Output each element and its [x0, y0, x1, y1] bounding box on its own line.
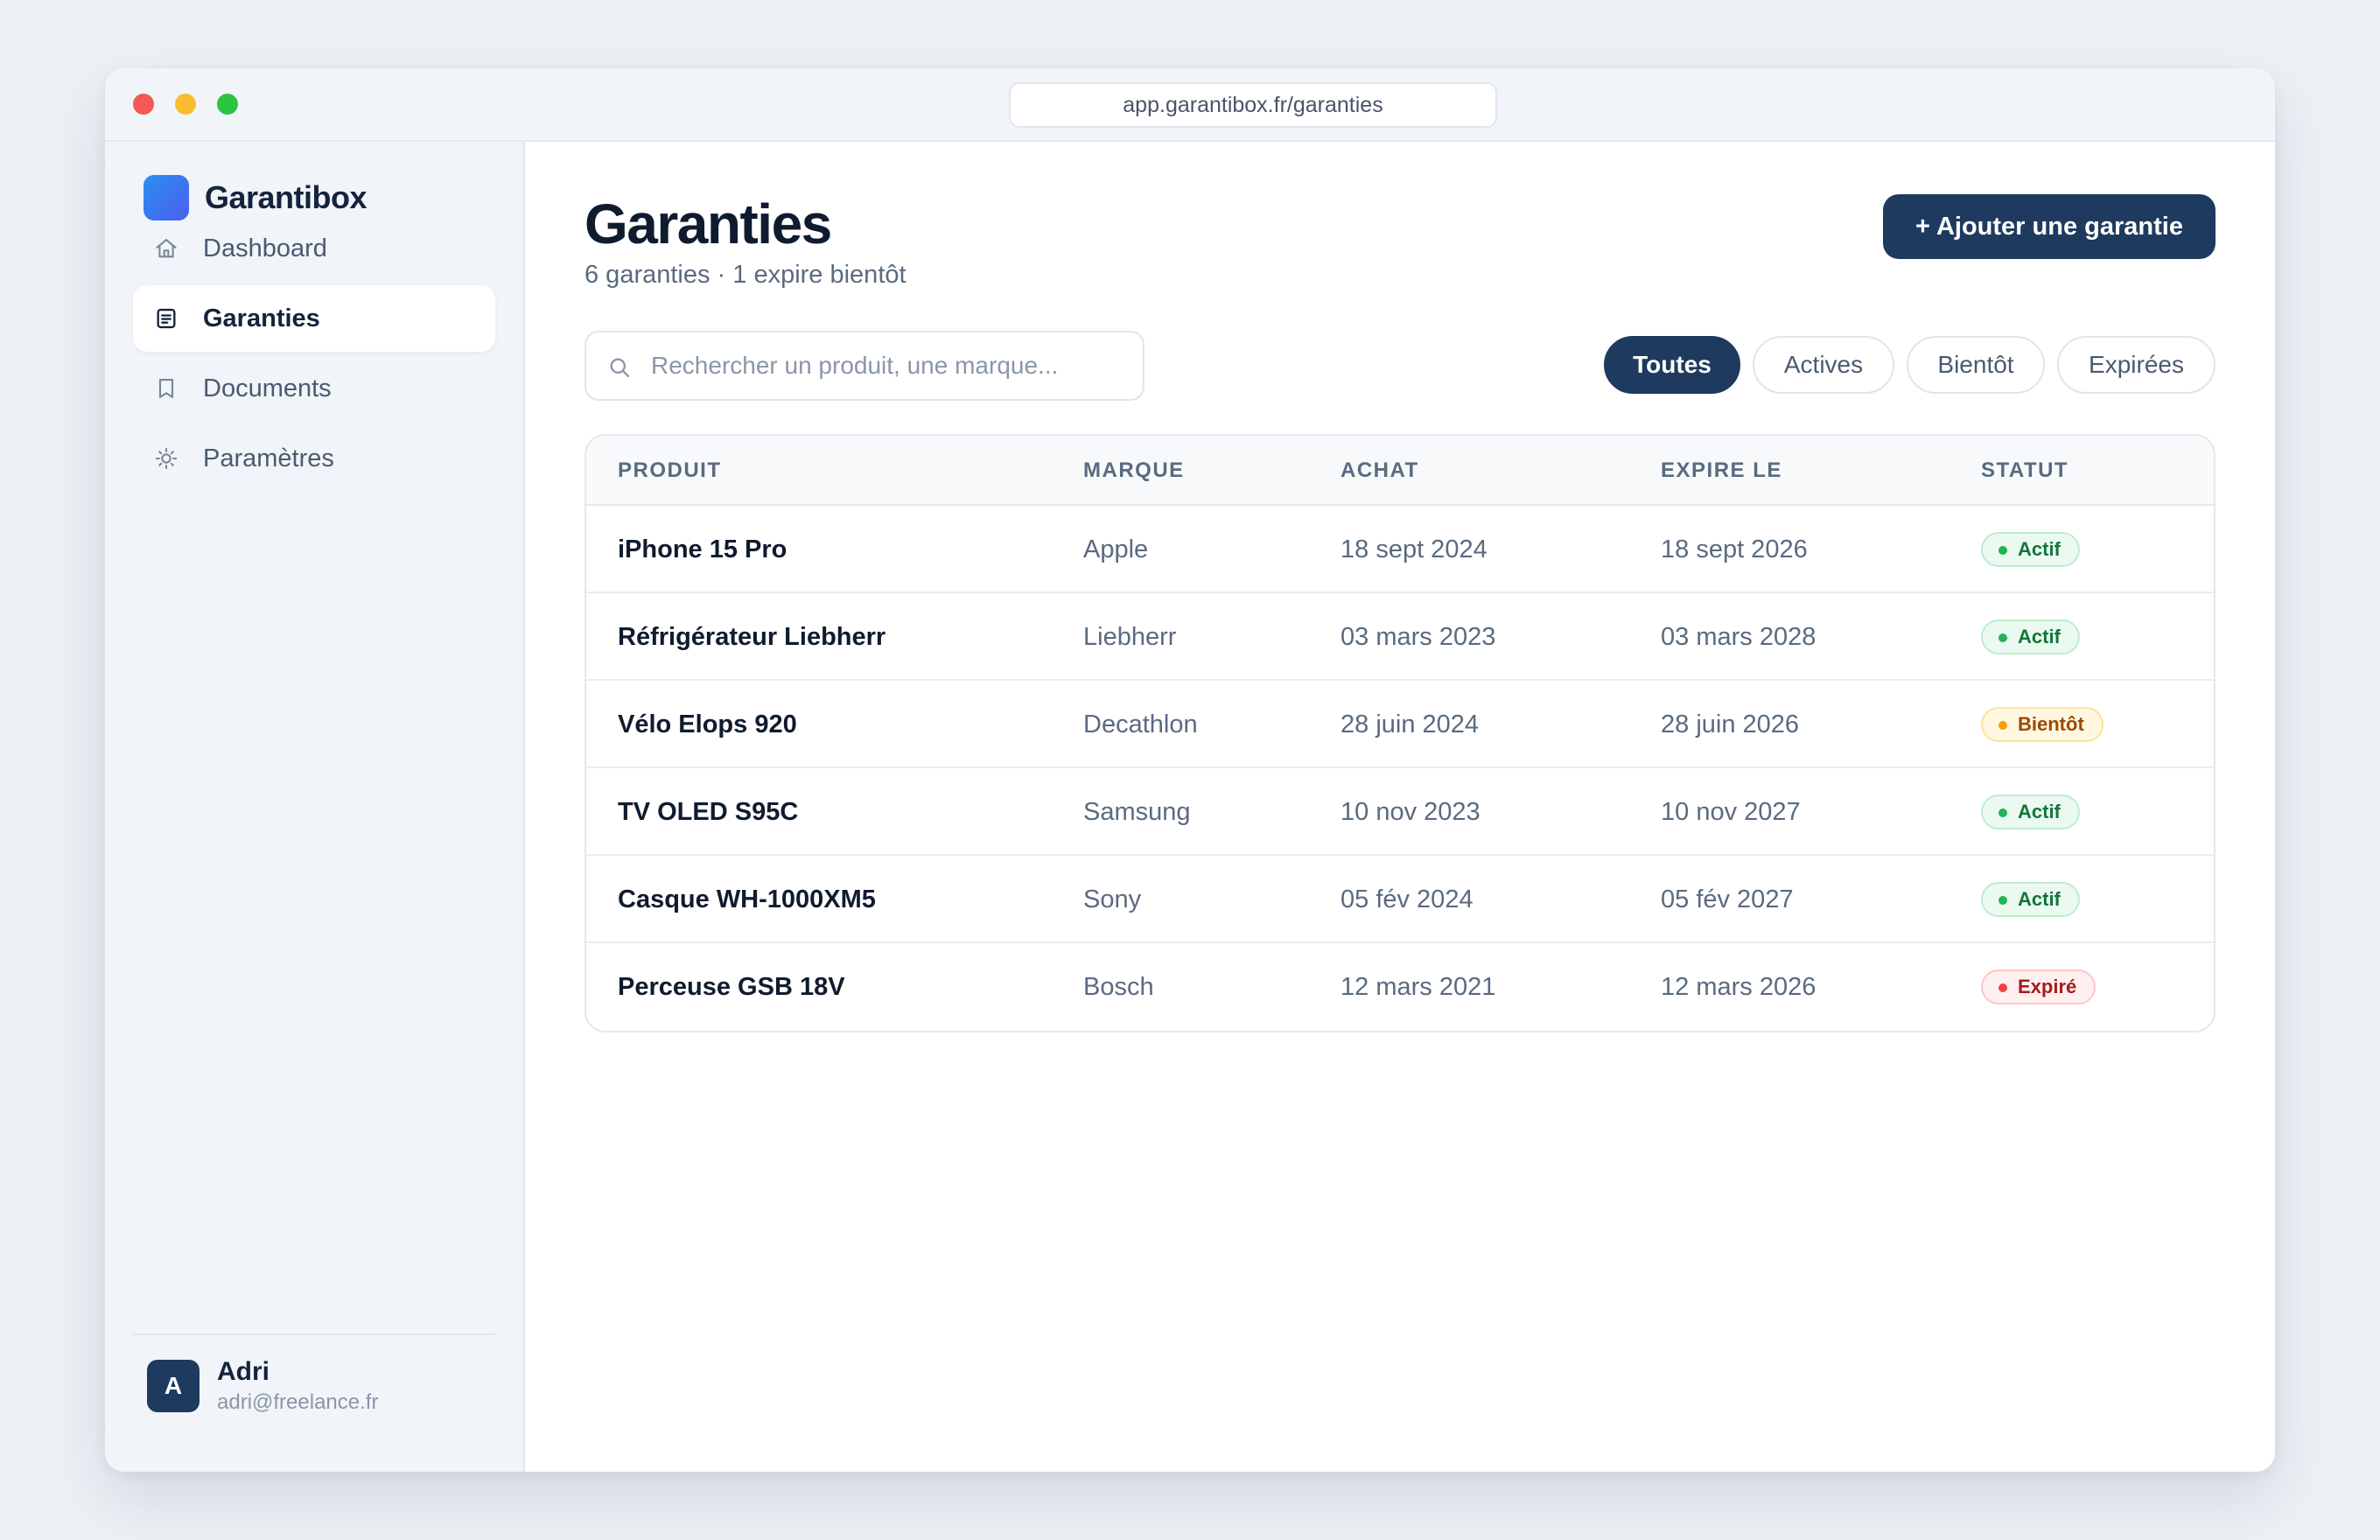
- search-box: [584, 331, 1144, 401]
- cell-purchase-date: 03 mars 2023: [1340, 623, 1496, 651]
- cell-brand: Liebherr: [1083, 623, 1177, 651]
- cell-purchase-date: 10 nov 2023: [1340, 798, 1480, 826]
- sidebar-divider: [133, 1334, 495, 1335]
- sidebar-item-parametres[interactable]: Paramètres: [133, 425, 495, 492]
- status-badge: Expiré: [1981, 970, 2096, 1004]
- filter-soon[interactable]: Bientôt: [1907, 336, 2045, 394]
- list-icon: [157, 308, 176, 329]
- cell-expiry-date: 12 mars 2026: [1661, 973, 1816, 1001]
- table-row[interactable]: Réfrigérateur Liebherr Liebherr 03 mars …: [586, 593, 2214, 681]
- sun-icon: [155, 447, 178, 470]
- browser-window: app.garantibox.fr/garanties Garantibox D…: [105, 68, 2275, 1472]
- status-badge: Bientôt: [1981, 707, 2104, 742]
- cell-expiry-date: 03 mars 2028: [1661, 623, 1816, 651]
- home-icon: [156, 239, 177, 258]
- table-row[interactable]: Casque WH-1000XM5 Sony 05 fév 2024 05 fé…: [586, 856, 2214, 943]
- column-header-status[interactable]: STATUT: [1981, 436, 2068, 506]
- sidebar-item-documents[interactable]: Documents: [133, 355, 495, 422]
- cell-product: Casque WH-1000XM5: [618, 886, 876, 914]
- sidebar-item-dashboard[interactable]: Dashboard: [133, 215, 495, 282]
- add-warranty-button[interactable]: + Ajouter une garantie: [1883, 194, 2216, 259]
- avatar[interactable]: A: [147, 1360, 200, 1412]
- cell-expiry-date: 18 sept 2026: [1661, 536, 1808, 564]
- cell-product: Vélo Elops 920: [618, 710, 797, 738]
- table-row[interactable]: TV OLED S95C Samsung 10 nov 2023 10 nov …: [586, 768, 2214, 856]
- sidebar-item-garanties[interactable]: Garanties: [133, 285, 495, 352]
- search-input[interactable]: [651, 346, 1124, 385]
- column-header-brand[interactable]: MARQUE: [1083, 436, 1185, 506]
- filter-expired[interactable]: Expirées: [2057, 336, 2216, 394]
- address-bar[interactable]: app.garantibox.fr/garanties: [1009, 82, 1497, 128]
- table-header: PRODUIT MARQUE ACHAT EXPIRE LE STATUT: [586, 436, 2214, 506]
- brand-name: Garantibox: [205, 179, 368, 215]
- filter-all[interactable]: Toutes: [1604, 336, 1740, 394]
- column-header-product[interactable]: PRODUIT: [618, 436, 722, 506]
- status-badge: Actif: [1981, 532, 2080, 567]
- cell-brand: Apple: [1083, 536, 1149, 564]
- search-icon: [610, 358, 630, 378]
- cell-purchase-date: 05 fév 2024: [1340, 886, 1474, 914]
- sidebar-item-label: Dashboard: [203, 234, 327, 262]
- cell-product: Perceuse GSB 18V: [618, 973, 845, 1001]
- user-email: adri@freelance.fr: [217, 1390, 379, 1414]
- cell-brand: Bosch: [1083, 973, 1154, 1001]
- cell-brand: Samsung: [1083, 798, 1191, 826]
- cell-purchase-date: 18 sept 2024: [1340, 536, 1488, 564]
- cell-expiry-date: 28 juin 2026: [1661, 710, 1800, 738]
- sidebar-item-label: Paramètres: [203, 444, 334, 472]
- sidebar-item-label: Documents: [203, 374, 332, 402]
- warranty-table: PRODUIT MARQUE ACHAT EXPIRE LE STATUT iP…: [584, 434, 2216, 1032]
- cell-purchase-date: 12 mars 2021: [1340, 973, 1496, 1001]
- column-header-purchase[interactable]: ACHAT: [1340, 436, 1419, 506]
- logo-icon: [144, 175, 189, 220]
- cell-brand: Decathlon: [1083, 710, 1198, 738]
- cell-purchase-date: 28 juin 2024: [1340, 710, 1480, 738]
- table-row[interactable]: iPhone 15 Pro Apple 18 sept 2024 18 sept…: [586, 506, 2214, 593]
- sidebar: Garantibox Dashboard Garanties Documents: [105, 142, 525, 1472]
- table-row[interactable]: Perceuse GSB 18V Bosch 12 mars 2021 12 m…: [586, 943, 2214, 1031]
- status-badge: Actif: [1981, 794, 2080, 830]
- cell-expiry-date: 10 nov 2027: [1661, 798, 1801, 826]
- close-window-button[interactable]: [133, 94, 154, 115]
- filter-active[interactable]: Actives: [1753, 336, 1894, 394]
- sidebar-item-label: Garanties: [203, 304, 320, 332]
- status-badge: Actif: [1981, 882, 2080, 917]
- maximize-window-button[interactable]: [217, 94, 238, 115]
- cell-product: Réfrigérateur Liebherr: [618, 623, 886, 651]
- title-bar: app.garantibox.fr/garanties: [105, 68, 2275, 142]
- status-badge: Actif: [1981, 620, 2080, 654]
- page-title: Garanties: [584, 192, 832, 256]
- minimize-window-button[interactable]: [175, 94, 196, 115]
- page-subtitle: 6 garanties · 1 expire bientôt: [584, 261, 906, 289]
- cell-product: TV OLED S95C: [618, 798, 799, 826]
- column-header-expires[interactable]: EXPIRE LE: [1661, 436, 1782, 506]
- cell-expiry-date: 05 fév 2027: [1661, 886, 1794, 914]
- bookmark-icon: [158, 379, 174, 398]
- table-row[interactable]: Vélo Elops 920 Decathlon 28 juin 2024 28…: [586, 681, 2214, 768]
- cell-product: iPhone 15 Pro: [618, 536, 788, 564]
- cell-brand: Sony: [1083, 886, 1142, 914]
- user-name: Adri: [217, 1357, 270, 1386]
